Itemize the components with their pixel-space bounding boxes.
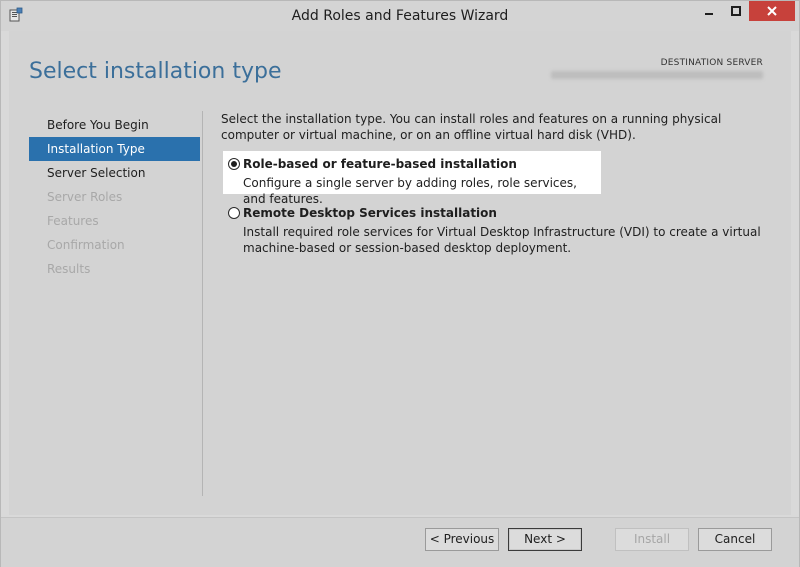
radio-role-based[interactable] — [228, 158, 240, 170]
nav-item-confirmation: Confirmation — [47, 238, 125, 252]
install-button: Install — [615, 528, 689, 551]
page-title: Select installation type — [29, 59, 282, 84]
nav-item-features: Features — [47, 214, 99, 228]
maximize-icon — [730, 6, 741, 16]
cancel-button[interactable]: Cancel — [698, 528, 772, 551]
option-role-based-title: Role-based or feature-based installation — [243, 157, 517, 171]
option-role-based[interactable]: Role-based or feature-based installation… — [223, 151, 601, 206]
nav-divider — [202, 111, 203, 496]
intro-text: Select the installation type. You can in… — [221, 112, 722, 142]
nav-item-server-roles: Server Roles — [47, 190, 123, 204]
window-title: Add Roles and Features Wizard — [291, 8, 509, 24]
main-panel: Select the installation type. You can in… — [221, 111, 776, 255]
wizard-footer: < Previous Next > Install Cancel — [1, 517, 799, 567]
next-button[interactable]: Next > — [508, 528, 582, 551]
nav-item-before-you-begin[interactable]: Before You Begin — [29, 113, 200, 137]
maximize-button[interactable] — [722, 1, 749, 21]
option-remote-desktop-description: Install required role services for Virtu… — [243, 225, 761, 255]
wizard-content: Select installation type DESTINATION SER… — [9, 31, 791, 515]
destination-server-value-blurred — [551, 71, 763, 79]
close-icon — [767, 6, 777, 16]
minimize-icon — [704, 13, 713, 15]
option-remote-desktop[interactable]: Remote Desktop Services installation Ins… — [223, 203, 778, 263]
destination-server-label: DESTINATION SERVER — [660, 58, 763, 68]
previous-button[interactable]: < Previous — [425, 528, 499, 551]
radio-remote-desktop[interactable] — [228, 207, 240, 219]
nav-item-server-selection[interactable]: Server Selection — [29, 161, 200, 185]
radio-selected-dot — [231, 161, 237, 167]
nav-item-results: Results — [47, 262, 91, 276]
wizard-steps-nav: Before You Begin Installation Type Serve… — [29, 113, 200, 281]
wizard-window: Add Roles and Features Wizard Select ins… — [0, 0, 800, 567]
close-button[interactable] — [749, 1, 795, 21]
title-bar[interactable]: Add Roles and Features Wizard — [1, 1, 799, 31]
minimize-button[interactable] — [695, 1, 722, 21]
nav-item-installation-type[interactable]: Installation Type — [29, 137, 200, 161]
option-remote-desktop-title: Remote Desktop Services installation — [243, 206, 497, 220]
